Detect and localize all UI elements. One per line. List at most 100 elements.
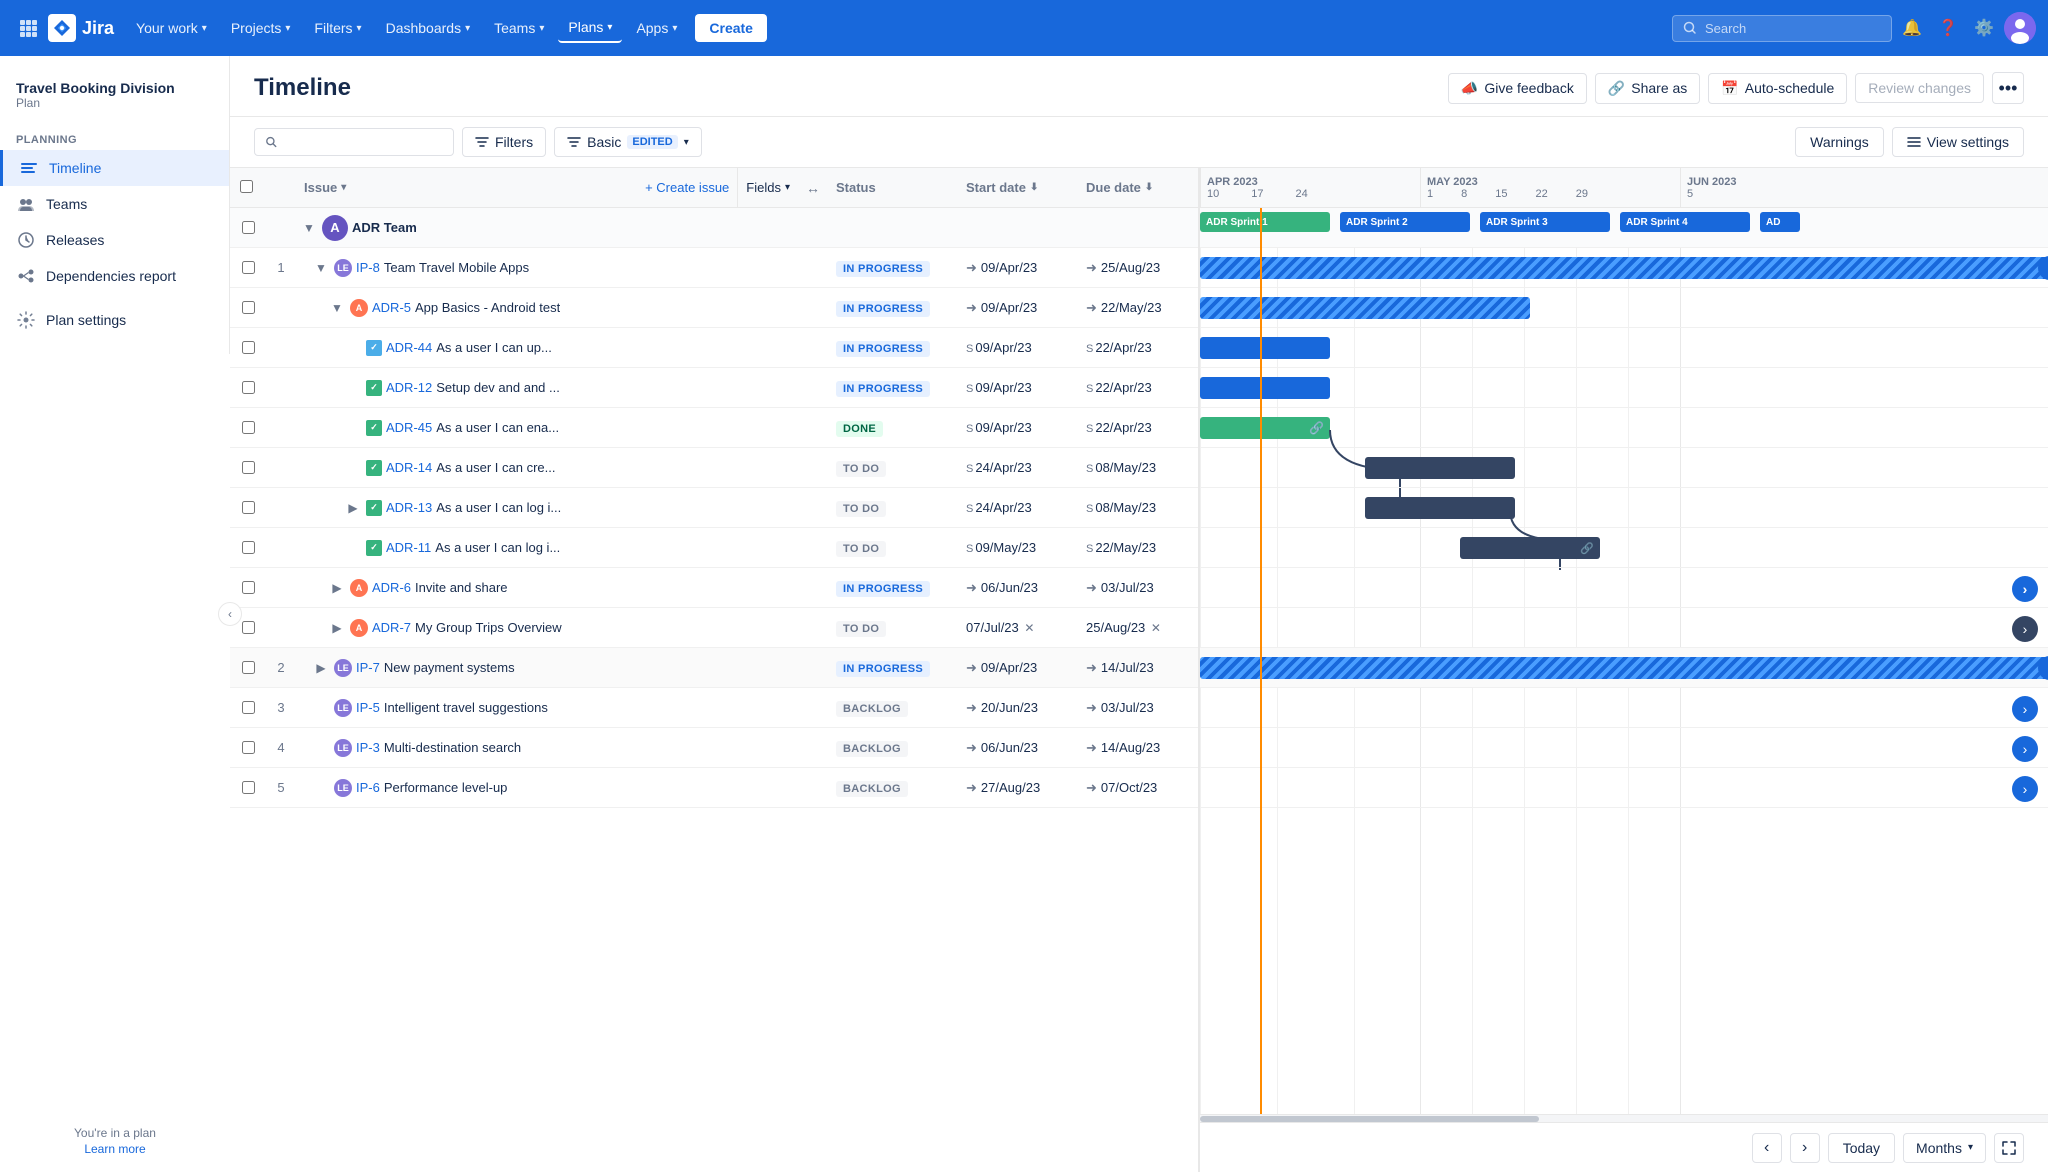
gantt-bar-adr12[interactable] — [1200, 377, 1330, 399]
settings-button[interactable]: ⚙️ — [1968, 12, 2000, 44]
prev-button[interactable]: ‹ — [1752, 1133, 1782, 1163]
table-row[interactable]: ▼ A ADR Team — [230, 208, 1198, 248]
nav-your-work[interactable]: Your work ▾ — [126, 14, 217, 42]
give-feedback-button[interactable]: 📣 Give feedback — [1448, 73, 1587, 104]
notifications-button[interactable]: 🔔 — [1896, 12, 1928, 44]
gantt-arrow-adr7[interactable]: › — [2012, 616, 2038, 642]
gantt-arrow-ip5[interactable]: › — [2012, 696, 2038, 722]
gantt-row-adr-team: ADR Sprint 1 ADR Sprint 2 ADR Sprint 3 A… — [1200, 208, 2048, 248]
sidebar-item-releases[interactable]: Releases — [0, 222, 229, 258]
nav-apps[interactable]: Apps ▾ — [626, 14, 687, 42]
expand-toggle[interactable]: ▼ — [300, 219, 318, 237]
row-checkbox[interactable] — [242, 781, 255, 794]
table-row[interactable]: ▼ A ADR-5 App Basics - Android test IN P… — [230, 288, 1198, 328]
row-checkbox[interactable] — [242, 621, 255, 634]
expand-toggle[interactable]: ▶ — [328, 579, 346, 597]
gantt-row-adr13 — [1200, 488, 2048, 528]
gantt-arrow-ip3[interactable]: › — [2012, 736, 2038, 762]
gantt-bar-adr11[interactable]: 🔗 — [1460, 537, 1600, 559]
fields-button[interactable]: Fields ▾ — [737, 168, 798, 207]
gantt-bar-ip7[interactable]: › — [1200, 657, 2048, 679]
table-row[interactable]: 2 ▶ LE IP-7 New payment systems IN PROGR… — [230, 648, 1198, 688]
gantt-scrollbar[interactable] — [1200, 1114, 2048, 1122]
row-checkbox[interactable] — [242, 661, 255, 674]
table-row[interactable]: ✓ ADR-14 As a user I can cre... TO DO S2… — [230, 448, 1198, 488]
month-may: MAY 2023 — [1427, 176, 1680, 188]
nav-dashboards[interactable]: Dashboards ▾ — [376, 14, 481, 42]
months-dropdown[interactable]: Months ▾ — [1903, 1133, 1986, 1163]
share-as-button[interactable]: 🔗 Share as — [1595, 73, 1700, 104]
nav-plans[interactable]: Plans ▾ — [558, 13, 622, 43]
next-button[interactable]: › — [1790, 1133, 1820, 1163]
row-checkbox[interactable] — [242, 701, 255, 714]
table-row[interactable]: ✓ ADR-12 Setup dev and and ... IN PROGRE… — [230, 368, 1198, 408]
table-row[interactable]: 1 ▼ LE IP-8 Team Travel Mobile Apps IN P… — [230, 248, 1198, 288]
nav-filters[interactable]: Filters ▾ — [304, 14, 371, 42]
auto-schedule-button[interactable]: 📅 Auto-schedule — [1708, 73, 1847, 104]
sidebar-item-dependencies[interactable]: Dependencies report — [0, 258, 229, 294]
sidebar-item-settings[interactable]: Plan settings — [0, 302, 229, 338]
row-checkbox[interactable] — [242, 581, 255, 594]
gantt-bar-adr13[interactable] — [1365, 497, 1515, 519]
gantt-arrow-adr6[interactable]: › — [2012, 576, 2038, 602]
create-button[interactable]: Create — [695, 14, 767, 42]
row-checkbox[interactable] — [242, 221, 255, 234]
table-row[interactable]: ✓ ADR-44 As a user I can up... IN PROGRE… — [230, 328, 1198, 368]
today-button[interactable]: Today — [1828, 1133, 1895, 1163]
sidebar-collapse-button[interactable]: ‹ — [218, 602, 242, 626]
view-mode-button[interactable]: Basic EDITED ▾ — [554, 127, 702, 157]
table-row[interactable]: ✓ ADR-45 As a user I can ena... DONE S09… — [230, 408, 1198, 448]
table-row[interactable]: 5 LE IP-6 Performance level-up BACKLOG ➜… — [230, 768, 1198, 808]
row-checkbox[interactable] — [242, 381, 255, 394]
gantt-bar-ip8[interactable]: › — [1200, 257, 2048, 279]
expand-toggle[interactable]: ▶ — [328, 619, 346, 637]
expand-toggle[interactable]: ▶ — [344, 499, 362, 517]
row-checkbox[interactable] — [242, 341, 255, 354]
fullscreen-button[interactable] — [1994, 1133, 2024, 1163]
gantt-bar-adr44[interactable] — [1200, 337, 1330, 359]
select-all-checkbox[interactable] — [240, 180, 253, 193]
view-settings-button[interactable]: View settings — [1892, 127, 2024, 157]
expand-toggle[interactable]: ▼ — [328, 299, 346, 317]
row-checkbox[interactable] — [242, 461, 255, 474]
table-row[interactable]: 3 LE IP-5 Intelligent travel suggestions… — [230, 688, 1198, 728]
table-row[interactable]: ▶ A ADR-6 Invite and share IN PROGRESS ➜… — [230, 568, 1198, 608]
expand-toggle[interactable]: ▼ — [312, 259, 330, 277]
filters-button[interactable]: Filters — [462, 127, 546, 157]
row-checkbox[interactable] — [242, 261, 255, 274]
expand-columns-button[interactable]: ↔ — [798, 180, 828, 196]
table-row[interactable]: ▶ ✓ ADR-13 As a user I can log i... TO D… — [230, 488, 1198, 528]
row-checkbox[interactable] — [242, 541, 255, 554]
search-input[interactable] — [284, 134, 443, 150]
gantt-arrow-ip6[interactable]: › — [2012, 776, 2038, 802]
more-actions-button[interactable]: ••• — [1992, 72, 2024, 104]
gantt-scrollbar-thumb[interactable] — [1200, 1116, 1539, 1122]
releases-label: Releases — [46, 232, 104, 248]
gantt-bar-adr45[interactable]: 🔗 — [1200, 417, 1330, 439]
gantt-bar-adr5[interactable] — [1200, 297, 1530, 319]
grid-icon[interactable] — [12, 12, 44, 44]
team-avatar: A — [322, 215, 348, 241]
user-avatar[interactable] — [2004, 12, 2036, 44]
review-changes-button[interactable]: Review changes — [1855, 73, 1984, 103]
nav-teams[interactable]: Teams ▾ — [484, 14, 554, 42]
sidebar-item-teams[interactable]: Teams — [0, 186, 229, 222]
row-checkbox[interactable] — [242, 301, 255, 314]
warnings-button[interactable]: Warnings — [1795, 127, 1884, 157]
table-row[interactable]: ▶ A ADR-7 My Group Trips Overview TO DO … — [230, 608, 1198, 648]
row-checkbox[interactable] — [242, 501, 255, 514]
row-checkbox[interactable] — [242, 421, 255, 434]
search-box[interactable]: Search — [1672, 15, 1892, 42]
help-button[interactable]: ❓ — [1932, 12, 1964, 44]
sidebar-item-timeline[interactable]: Timeline — [0, 150, 229, 186]
create-issue-button[interactable]: + Create issue — [637, 176, 737, 199]
table-row[interactable]: ✓ ADR-11 As a user I can log i... TO DO … — [230, 528, 1198, 568]
month-apr: APR 2023 — [1207, 176, 1420, 188]
nav-projects[interactable]: Projects ▾ — [221, 14, 301, 42]
gantt-bar-adr14[interactable] — [1365, 457, 1515, 479]
logo[interactable]: Jira — [48, 14, 114, 42]
expand-toggle[interactable]: ▶ — [312, 659, 330, 677]
search-input-box[interactable] — [254, 128, 454, 156]
row-checkbox[interactable] — [242, 741, 255, 754]
table-row[interactable]: 4 LE IP-3 Multi-destination search BACKL… — [230, 728, 1198, 768]
